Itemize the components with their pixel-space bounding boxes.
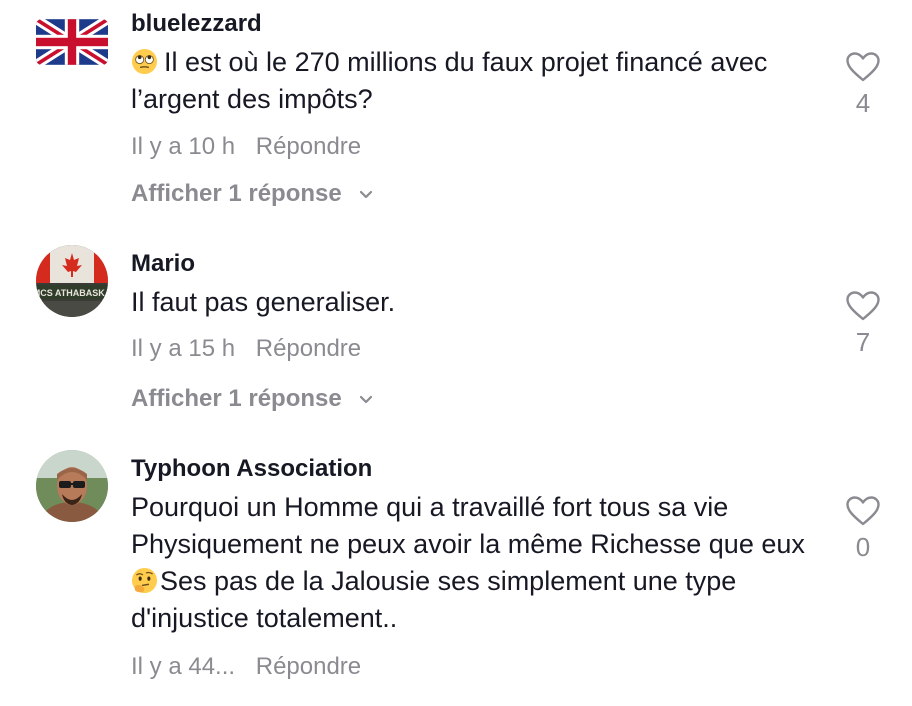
like-button[interactable]: 0 (843, 496, 883, 563)
man-sunglasses-avatar (36, 450, 108, 522)
avatar[interactable] (36, 19, 108, 65)
view-replies-button[interactable]: Afficher 1 réponse (131, 180, 374, 208)
comment-meta: Il y a 44... Répondre (131, 653, 361, 681)
comment-text-content: Pourquoi un Homme qui a travaillé fort t… (131, 492, 805, 559)
comment-username[interactable]: Mario (131, 250, 195, 278)
thinking-face-emoji-icon (131, 567, 158, 594)
like-button[interactable]: 7 (843, 291, 883, 358)
like-count: 4 (855, 88, 871, 118)
comment-meta: Il y a 15 h Répondre (131, 335, 361, 363)
comment-text: Pourquoi un Homme qui a travaillé fort t… (131, 489, 821, 637)
reply-button[interactable]: Répondre (256, 335, 361, 362)
reply-button[interactable]: Répondre (256, 133, 361, 160)
comment-time: Il y a 10 h (131, 133, 236, 160)
svg-text:MCS ATHABASKA: MCS ATHABASKA (36, 288, 108, 298)
comment-time: Il y a 15 h (131, 335, 236, 362)
like-count: 0 (855, 532, 871, 562)
view-replies-label: Afficher 1 réponse (131, 385, 342, 412)
chevron-down-icon (358, 181, 374, 199)
like-count: 7 (855, 327, 871, 357)
chevron-down-icon (358, 386, 374, 404)
view-replies-button[interactable]: Afficher 1 réponse (131, 385, 374, 413)
reply-button[interactable]: Répondre (256, 653, 361, 680)
comment-meta: Il y a 10 h Répondre (131, 133, 361, 161)
comment-text: Il est où le 270 millions du faux projet… (131, 44, 821, 118)
comment-text-content: Il est où le 270 millions du faux projet… (131, 47, 768, 114)
like-button[interactable]: 4 (843, 52, 883, 119)
comment-text-content-continued: Ses pas de la Jalousie ses simplement un… (131, 566, 737, 633)
comment-item: bluelezzard Il est où le 270 millions du… (0, 0, 912, 230)
avatar[interactable] (36, 450, 108, 522)
comment-text: Il faut pas generaliser. (131, 284, 821, 321)
comment-text-content: Il faut pas generaliser. (131, 287, 396, 317)
comment-time: Il y a 44... (131, 653, 236, 680)
comment-username[interactable]: Typhoon Association (131, 455, 372, 483)
heart-icon (846, 52, 880, 82)
avatar[interactable]: MCS ATHABASKA (36, 245, 108, 317)
uk-flag-icon (36, 19, 108, 65)
heart-icon (846, 496, 880, 526)
heart-icon (846, 291, 880, 321)
canada-flag-banner-avatar: MCS ATHABASKA (36, 245, 108, 317)
comment-username[interactable]: bluelezzard (131, 10, 262, 38)
view-replies-label: Afficher 1 réponse (131, 180, 342, 207)
eye-roll-emoji-icon (131, 48, 158, 75)
